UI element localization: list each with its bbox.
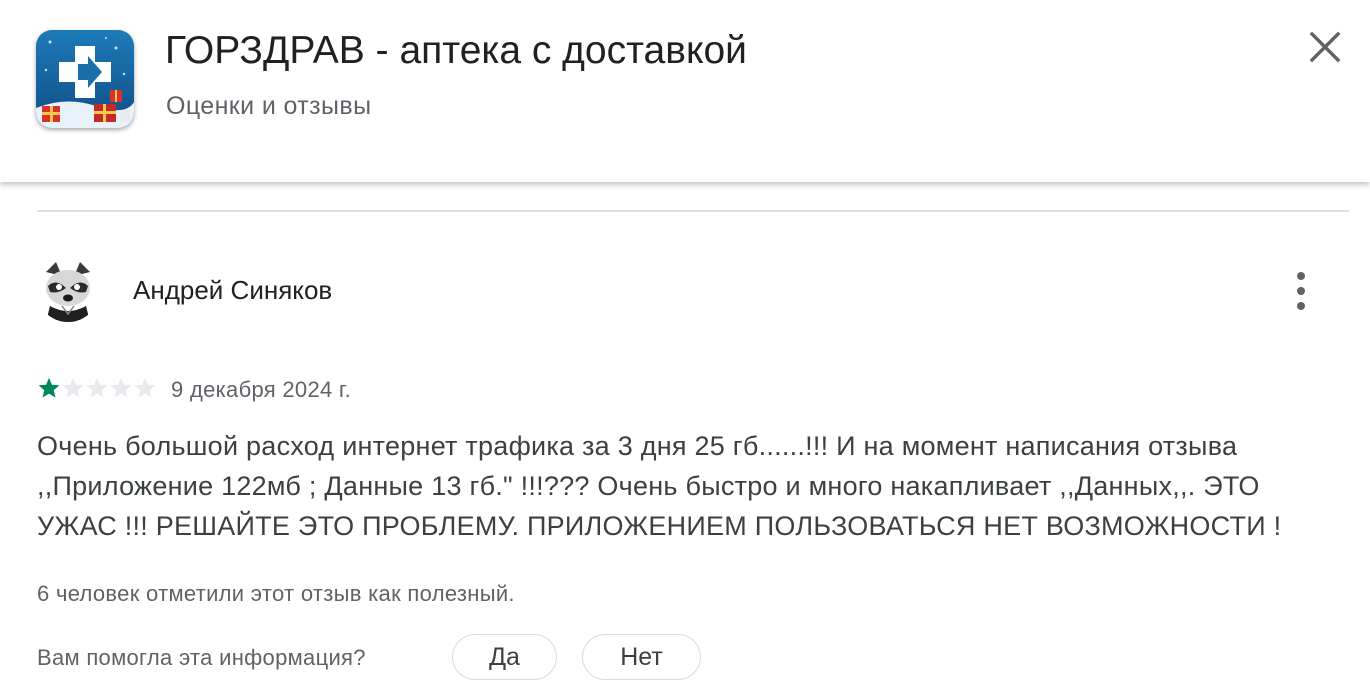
review-author: Андрей Синяков	[133, 275, 333, 305]
rating-stars	[37, 376, 157, 402]
review-text-line: Очень большой расход интернет трафика за…	[37, 431, 1238, 461]
star-empty-icon	[62, 377, 84, 398]
close-button[interactable]	[1302, 24, 1348, 70]
helpful-yes-button[interactable]: Да	[452, 634, 557, 680]
more-vert-icon	[1297, 272, 1305, 310]
review-text: Очень большой расход интернет трафика за…	[37, 426, 1327, 546]
review-date: 9 декабря 2024 г.	[171, 377, 351, 402]
star-empty-icon	[86, 377, 108, 398]
star-empty-icon	[110, 377, 132, 398]
page-subtitle: Оценки и отзывы	[166, 92, 372, 120]
review-menu-button[interactable]	[1280, 266, 1322, 316]
helpful-question: Вам помогла эта информация?	[37, 645, 366, 670]
review-text-line: ,,Приложение 122мб ; Данные 13 гб." !!!?…	[37, 471, 1260, 501]
star-empty-icon	[134, 377, 156, 398]
review-text-line: УЖАС !!! РЕШАЙТЕ ЭТО ПРОБЛЕМУ. ПРИЛОЖЕНИ…	[37, 511, 1282, 541]
helpful-count: 6 человек отметили этот отзыв как полезн…	[37, 581, 515, 606]
app-title: ГОРЗДРАВ - аптека с доставкой	[165, 29, 747, 72]
dialog-header: ГОРЗДРАВ - аптека с доставкой Оценки и о…	[0, 0, 1370, 182]
section-divider	[37, 210, 1349, 212]
close-icon	[1309, 31, 1341, 63]
app-icon	[36, 30, 134, 128]
helpful-no-button[interactable]: Нет	[582, 634, 701, 680]
avatar	[36, 258, 100, 322]
star-filled-icon	[38, 377, 60, 398]
